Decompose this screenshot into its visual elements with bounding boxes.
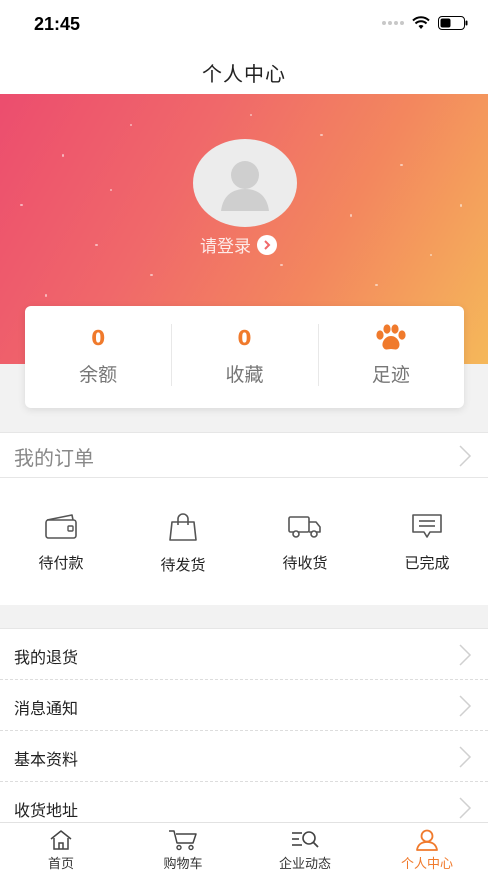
- stat-balance-value: 0: [91, 325, 106, 350]
- stat-balance[interactable]: 0 余额: [25, 306, 171, 408]
- page-title: 个人中心: [202, 62, 286, 86]
- status-bar: 21:45: [0, 0, 488, 50]
- tab-cart-label: 购物车: [163, 857, 203, 872]
- truck-icon: [288, 516, 321, 538]
- menu-item-label: 我的退货: [14, 648, 79, 667]
- tab-news-label: 企业动态: [278, 857, 331, 872]
- order-pending-payment[interactable]: 待付款: [0, 478, 122, 605]
- cart-icon: [169, 830, 197, 851]
- order-pending-receipt-label: 待收货: [282, 554, 328, 572]
- menu-item-address[interactable]: 收货地址: [0, 782, 488, 822]
- chevron-right-icon: [459, 746, 472, 768]
- chevron-right-icon: [459, 695, 472, 717]
- my-orders-title: 我的订单: [14, 446, 94, 470]
- tab-home[interactable]: 首页: [0, 823, 122, 874]
- avatar[interactable]: [193, 139, 297, 227]
- stat-favorites-value: 0: [237, 325, 252, 350]
- login-link[interactable]: 请登录: [200, 232, 277, 257]
- wallet-icon: [45, 514, 77, 539]
- signal-icon: [382, 21, 404, 25]
- nav-bar: 个人中心: [0, 50, 488, 94]
- my-orders-row[interactable]: 我的订单: [0, 432, 488, 478]
- wifi-icon: [412, 16, 430, 29]
- stat-footprint[interactable]: 足迹: [317, 306, 464, 408]
- news-search-icon: [292, 831, 319, 848]
- menu-item-label: 收货地址: [14, 801, 79, 820]
- chevron-right-icon: [459, 797, 472, 819]
- menu-list: 我的退货 消息通知 基本资料 收货地址: [0, 628, 488, 822]
- user-icon: [416, 829, 438, 851]
- order-pending-receipt[interactable]: 待收货: [244, 478, 366, 605]
- chevron-right-icon: [459, 445, 472, 467]
- user-silhouette-icon: [221, 161, 269, 211]
- menu-item-returns[interactable]: 我的退货: [0, 629, 488, 680]
- message-icon: [412, 514, 442, 538]
- stat-footprint-label: 足迹: [371, 363, 410, 386]
- order-pending-shipment[interactable]: 待发货: [122, 478, 244, 605]
- paw-icon: [374, 323, 408, 352]
- menu-item-label: 基本资料: [14, 750, 79, 769]
- order-status-grid: 待付款 待发货 待收货 已完成: [0, 478, 488, 605]
- tab-profile[interactable]: 个人中心: [366, 823, 488, 874]
- chevron-right-icon: [257, 234, 277, 255]
- tab-cart[interactable]: 购物车: [122, 823, 244, 874]
- stat-favorites-label: 收藏: [225, 363, 264, 386]
- login-text: 请登录: [200, 237, 251, 257]
- menu-item-label: 消息通知: [14, 699, 79, 718]
- stats-card: 0 余额 0 收藏 足迹: [25, 306, 464, 408]
- tab-profile-label: 个人中心: [400, 857, 453, 872]
- order-pending-payment-label: 待付款: [38, 554, 84, 572]
- bag-icon: [169, 513, 197, 541]
- menu-item-basic-info[interactable]: 基本资料: [0, 731, 488, 782]
- menu-item-notifications[interactable]: 消息通知: [0, 680, 488, 731]
- home-icon: [50, 830, 72, 850]
- status-time: 21:45: [34, 14, 81, 34]
- order-completed-label: 已完成: [404, 554, 450, 572]
- chevron-right-icon: [459, 644, 472, 666]
- stat-balance-label: 余额: [79, 363, 118, 386]
- tab-news[interactable]: 企业动态: [244, 823, 366, 874]
- status-icons: [382, 16, 468, 30]
- tab-home-label: 首页: [47, 857, 74, 872]
- order-completed[interactable]: 已完成: [366, 478, 488, 605]
- battery-icon: [438, 16, 468, 30]
- order-pending-shipment-label: 待发货: [160, 556, 206, 574]
- stat-favorites[interactable]: 0 收藏: [171, 306, 317, 408]
- tab-bar: 首页 购物车 企业动态 个人中心: [0, 822, 488, 874]
